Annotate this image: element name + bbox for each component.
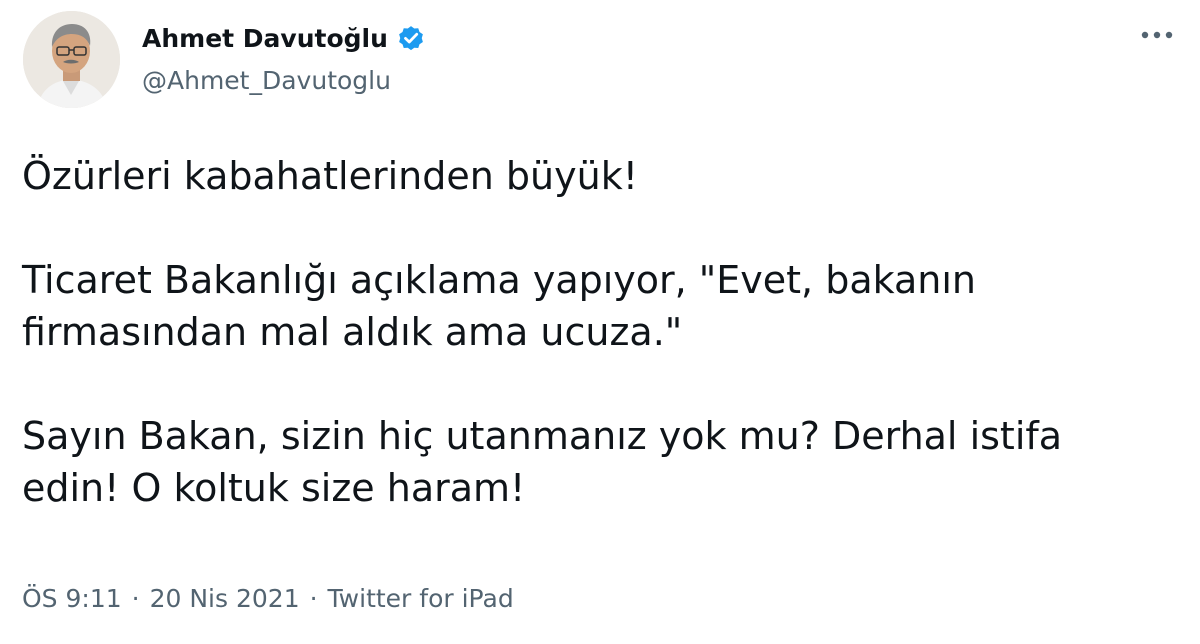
tweet-date[interactable]: 20 Nis 2021 (150, 584, 300, 613)
author-name-row: Ahmet Davutoğlu (142, 20, 426, 56)
tweet-text-line: Sayın Bakan, sizin hiç utanmanız yok mu?… (22, 414, 1063, 458)
meta-separator: · (131, 584, 140, 613)
meta-separator: · (309, 584, 318, 613)
verified-badge-icon (396, 23, 426, 53)
author-display-name[interactable]: Ahmet Davutoğlu (142, 24, 388, 53)
tweet-text-line: Özürleri kabahatlerinden büyük! (22, 154, 638, 198)
tweet-card: Ahmet Davutoğlu @Ahmet_Davutoglu Özürler… (0, 0, 1200, 644)
tweet-time[interactable]: ÖS 9:11 (22, 584, 122, 613)
avatar-image (23, 11, 120, 108)
avatar[interactable] (23, 11, 120, 108)
tweet-meta: ÖS 9:11 · 20 Nis 2021 · Twitter for iPad (22, 584, 514, 613)
tweet-text: Özürleri kabahatlerinden büyük! Ticaret … (22, 150, 1182, 514)
author-handle[interactable]: @Ahmet_Davutoglu (142, 66, 391, 95)
tweet-text-line: Ticaret Bakanlığı açıklama yapıyor, "Eve… (22, 258, 976, 302)
tweet-text-line: firmasından mal aldık ama ucuza." (22, 310, 683, 354)
more-horizontal-icon (1141, 31, 1173, 39)
tweet-text-line: edin! O koltuk size haram! (22, 466, 526, 510)
tweet-source[interactable]: Twitter for iPad (328, 584, 514, 613)
more-options-button[interactable] (1132, 18, 1182, 52)
